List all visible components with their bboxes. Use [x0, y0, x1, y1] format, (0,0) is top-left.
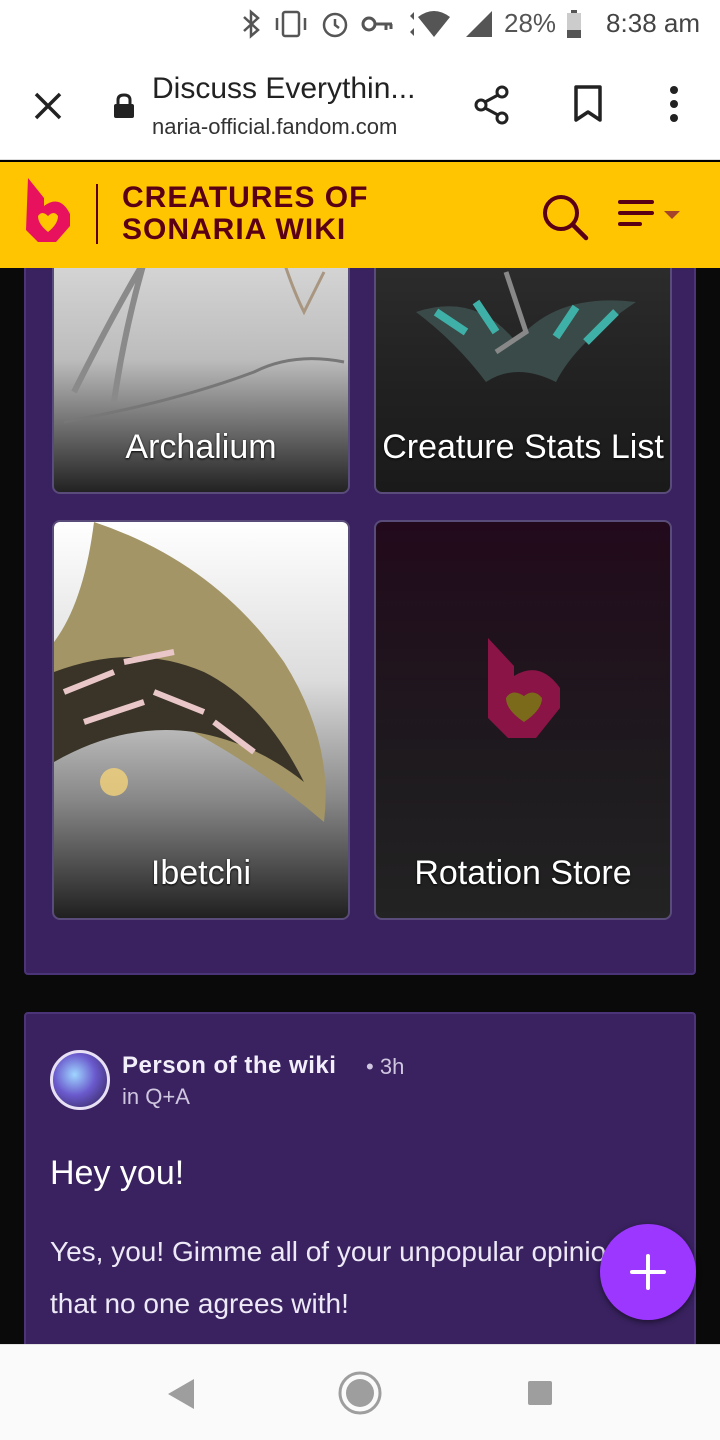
browser-toolbar: Discuss Everythin... naria-official.fand…: [0, 50, 720, 160]
post-time-value: 3h: [379, 1054, 405, 1079]
avatar[interactable]: [50, 1050, 110, 1110]
fandom-logo-icon[interactable]: [22, 176, 74, 246]
system-nav-bar: [0, 1344, 720, 1440]
main-content: Archalium Creature Stats List Ibetchi Ro…: [0, 268, 720, 1344]
tile-rotation-store[interactable]: Rotation Store: [374, 520, 672, 920]
plus-icon: [630, 1254, 666, 1290]
tile-label: Ibetchi: [150, 854, 252, 892]
bookmark-icon[interactable]: [572, 84, 604, 124]
post-body[interactable]: Yes, you! Gimme all of your unpopular op…: [50, 1226, 670, 1330]
post-author[interactable]: Person of the wiki: [122, 1052, 336, 1080]
tile-archalium[interactable]: Archalium: [52, 268, 350, 494]
wiki-menu-icon[interactable]: [618, 198, 684, 232]
recents-icon[interactable]: [527, 1380, 553, 1406]
status-bar: 28% 8:38 am: [0, 0, 720, 50]
search-icon[interactable]: [540, 192, 590, 242]
tile-label: Archalium: [125, 428, 277, 466]
lock-icon: [114, 93, 134, 118]
wiki-name-line-1: CREATURES OF: [122, 181, 369, 214]
tile-creature-stats-list[interactable]: Creature Stats List: [374, 268, 672, 494]
alarm-icon: [322, 12, 348, 37]
tile-ibetchi[interactable]: Ibetchi: [52, 520, 350, 920]
page-title: Discuss Everythin...: [152, 72, 416, 105]
post-title[interactable]: Hey you!: [50, 1154, 184, 1193]
battery-percentage: 28%: [504, 8, 557, 38]
header-divider: [96, 184, 98, 244]
post-category[interactable]: in Q+A: [122, 1084, 190, 1110]
overflow-menu-icon[interactable]: [664, 84, 684, 124]
wifi-icon: [410, 10, 450, 37]
featured-pages-panel: Archalium Creature Stats List Ibetchi Ro…: [24, 268, 696, 975]
signal-icon: [466, 10, 492, 37]
back-icon[interactable]: [166, 1377, 196, 1411]
tile-label: Creature Stats List: [382, 428, 664, 466]
wiki-header: CREATURES OF SONARIA WIKI: [0, 162, 720, 268]
bluetooth-icon: [243, 8, 260, 39]
close-tab-button[interactable]: [28, 86, 68, 126]
clock: 8:38 am: [606, 8, 700, 38]
share-icon[interactable]: [472, 84, 512, 126]
vpn-key-icon: [361, 16, 393, 31]
tile-label: Rotation Store: [414, 854, 632, 892]
discussion-post[interactable]: Person of the wiki • 3h in Q+A Hey you! …: [24, 1012, 696, 1344]
wiki-name[interactable]: CREATURES OF SONARIA WIKI: [122, 182, 368, 246]
post-time: • 3h: [366, 1054, 405, 1079]
page-url[interactable]: naria-official.fandom.com: [152, 114, 397, 140]
battery-icon: [567, 9, 582, 38]
wiki-name-line-2: SONARIA WIKI: [122, 213, 347, 246]
home-icon[interactable]: [338, 1371, 382, 1415]
create-post-button[interactable]: [600, 1224, 696, 1320]
vibrate-icon: [275, 10, 307, 37]
